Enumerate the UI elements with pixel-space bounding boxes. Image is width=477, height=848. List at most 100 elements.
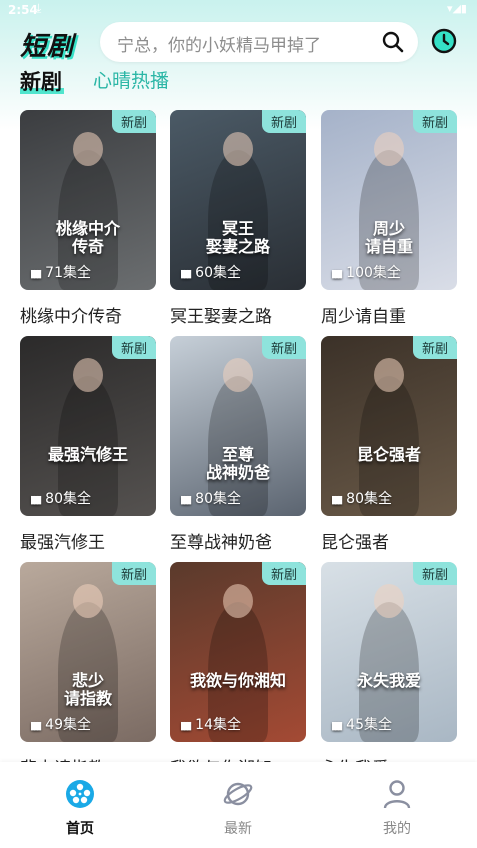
search-bar[interactable]: 宁总，你的小妖精马甲掉了 (100, 22, 418, 62)
drama-poster[interactable]: 我欲与你湘知 新剧 ▮▮▮ 14集全 (170, 562, 306, 742)
poster-title-art: 至尊 战神奶爸 (205, 445, 270, 482)
episodes-icon: ▮▮▮ (331, 493, 343, 506)
drama-card[interactable]: 最强汽修王 新剧 ▮▮▮ 80集全 最强汽修王 (20, 336, 156, 553)
poster-title-art: 我欲与你湘知 (189, 671, 286, 690)
new-badge: 新剧 (261, 110, 306, 133)
planet-icon (223, 782, 253, 806)
nav-latest[interactable]: 最新 (198, 778, 278, 838)
tab-hot[interactable]: 心晴热播 (93, 66, 169, 93)
episodes-icon: ▮▮▮ (180, 719, 192, 732)
poster-figure-head (374, 584, 404, 618)
episode-count: ▮▮▮ 80集全 (30, 488, 91, 508)
drama-poster[interactable]: 最强汽修王 新剧 ▮▮▮ 80集全 (20, 336, 156, 516)
status-icons: ▾◢▮ (446, 2, 467, 15)
poster-figure-head (223, 584, 253, 618)
episode-count-text: 60集全 (195, 265, 241, 281)
episodes-icon: ▮▮▮ (331, 267, 343, 280)
drama-card[interactable]: 永失我爱 新剧 ▮▮▮45集全 永失我爱 (321, 562, 457, 779)
nav-mine-label: 我的 (383, 821, 411, 837)
tab-new-drama-label: 新剧 (20, 70, 62, 94)
poster-figure-head (73, 132, 103, 166)
episodes-icon: ▮▮▮ (331, 719, 343, 732)
poster-title-art: 桃缘中介 传奇 (55, 219, 120, 256)
poster-title-art: 最强汽修王 (47, 445, 128, 464)
poster-title-art: 冥王 娶妻之路 (205, 219, 270, 256)
episode-count-text: 45集全 (346, 717, 392, 733)
drama-card[interactable]: 桃缘中介 传奇 新剧 ▮▮▮ 71集全 桃缘中介传奇 (20, 110, 156, 327)
episode-count: ▮▮▮ 49集全 (30, 714, 91, 734)
drama-title[interactable]: 至尊战神奶爸 (170, 528, 306, 553)
drama-card[interactable]: 我欲与你湘知 新剧 ▮▮▮14集全 我欲与你湘知 (170, 562, 306, 779)
poster-title-art: 永失我爱 (356, 671, 421, 690)
film-reel-icon (66, 780, 94, 808)
drama-card[interactable]: 悲少 请指教新剧▮▮▮49集全 悲少请指教 (20, 562, 156, 779)
new-badge: 新剧 (111, 562, 156, 585)
nav-latest-label: 最新 (224, 821, 252, 837)
status-time: 2:54 (8, 3, 38, 17)
drama-title[interactable]: 最强汽修王 (20, 528, 156, 553)
drama-card[interactable]: 昆仑强者 新剧 ▮▮▮ 80集全 昆仑强者 (321, 336, 457, 553)
header: 短剧 宁总，你的小妖精马甲掉了 (0, 20, 477, 68)
episode-count: ▮▮▮ 100集全 (331, 262, 401, 282)
drama-title[interactable]: 桃缘中介传奇 (20, 302, 156, 327)
new-badge: 新剧 (261, 336, 306, 359)
drama-poster[interactable]: 桃缘中介 传奇 新剧 ▮▮▮ 71集全 (20, 110, 156, 290)
new-badge: 新剧 (111, 110, 156, 133)
episode-count-text: 80集全 (45, 491, 91, 507)
search-placeholder[interactable]: 宁总，你的小妖精马甲掉了 (117, 31, 321, 56)
nav-mine[interactable]: 我的 (357, 778, 437, 838)
drama-title[interactable]: 冥王娶妻之路 (170, 302, 306, 327)
episode-count: ▮▮▮ 80集全 (331, 488, 392, 508)
episodes-icon: ▮▮▮ (30, 493, 42, 506)
drama-card[interactable]: 周少 请自重 新剧 ▮▮▮ 100集全 周少请自重 (321, 110, 457, 327)
tab-new-drama[interactable]: 新剧 (20, 66, 64, 96)
episode-count: ▮▮▮ 45集全 (331, 714, 392, 734)
episode-count-text: 80集全 (195, 491, 241, 507)
poster-title-art: 周少 请自重 (364, 219, 413, 256)
new-badge: 新剧 (261, 562, 306, 585)
drama-poster[interactable]: 昆仑强者 新剧 ▮▮▮ 80集全 (321, 336, 457, 516)
drama-poster[interactable]: 冥王 娶妻之路 新剧 ▮▮▮ 60集全 (170, 110, 306, 290)
new-badge: 新剧 (111, 336, 156, 359)
episode-count-text: 100集全 (346, 265, 401, 281)
nav-home[interactable]: 首页 (40, 778, 120, 838)
episode-count-text: 14集全 (195, 717, 241, 733)
episodes-icon: ▮▮▮ (180, 267, 192, 280)
drama-poster[interactable]: 悲少 请指教 新剧 ▮▮▮ 49集全 (20, 562, 156, 742)
app-logo: 短剧 (20, 32, 75, 62)
drama-card[interactable]: 至尊 战神奶爸 新剧 ▮▮▮ 80集全 至尊战神奶爸 (170, 336, 306, 553)
episode-count: ▮▮▮ 60集全 (180, 262, 241, 282)
nav-home-label: 首页 (66, 821, 94, 837)
download-icon: ⤓ (36, 1, 42, 15)
episode-count: ▮▮▮ 14集全 (180, 714, 241, 734)
new-badge: 新剧 (412, 336, 457, 359)
episode-count: ▮▮▮ 71集全 (30, 262, 91, 282)
poster-figure-head (73, 358, 103, 392)
drama-title[interactable]: 周少请自重 (321, 302, 457, 327)
drama-card[interactable]: 冥王 娶妻之路 新剧 ▮▮▮ 60集全 冥王娶妻之路 (170, 110, 306, 327)
user-icon (383, 780, 411, 809)
episode-count-text: 49集全 (45, 717, 91, 733)
status-bar: 2:54 ⤓ ▾◢▮ (0, 0, 477, 20)
history-icon[interactable] (430, 27, 458, 59)
poster-figure-head (374, 358, 404, 392)
drama-poster[interactable]: 永失我爱 新剧 ▮▮▮ 45集全 (321, 562, 457, 742)
poster-figure-head (73, 584, 103, 618)
drama-poster[interactable]: 周少 请自重 新剧 ▮▮▮ 100集全 (321, 110, 457, 290)
drama-title[interactable]: 昆仑强者 (321, 528, 457, 553)
poster-figure-head (374, 132, 404, 166)
drama-poster[interactable]: 至尊 战神奶爸 新剧 ▮▮▮ 80集全 (170, 336, 306, 516)
tab-hot-label: 心晴热播 (93, 70, 170, 92)
episodes-icon: ▮▮▮ (30, 719, 42, 732)
episodes-icon: ▮▮▮ (180, 493, 192, 506)
episode-count: ▮▮▮ 80集全 (180, 488, 241, 508)
episode-count-text: 80集全 (346, 491, 392, 507)
new-badge: 新剧 (412, 110, 457, 133)
poster-title-art: 悲少 请指教 (63, 671, 112, 708)
search-icon[interactable] (382, 31, 404, 57)
bottom-nav: 首页 最新 我的 (0, 762, 477, 848)
poster-title-art: 昆仑强者 (356, 445, 421, 464)
poster-figure-head (223, 132, 253, 166)
poster-figure-head (223, 358, 253, 392)
new-badge: 新剧 (412, 562, 457, 585)
